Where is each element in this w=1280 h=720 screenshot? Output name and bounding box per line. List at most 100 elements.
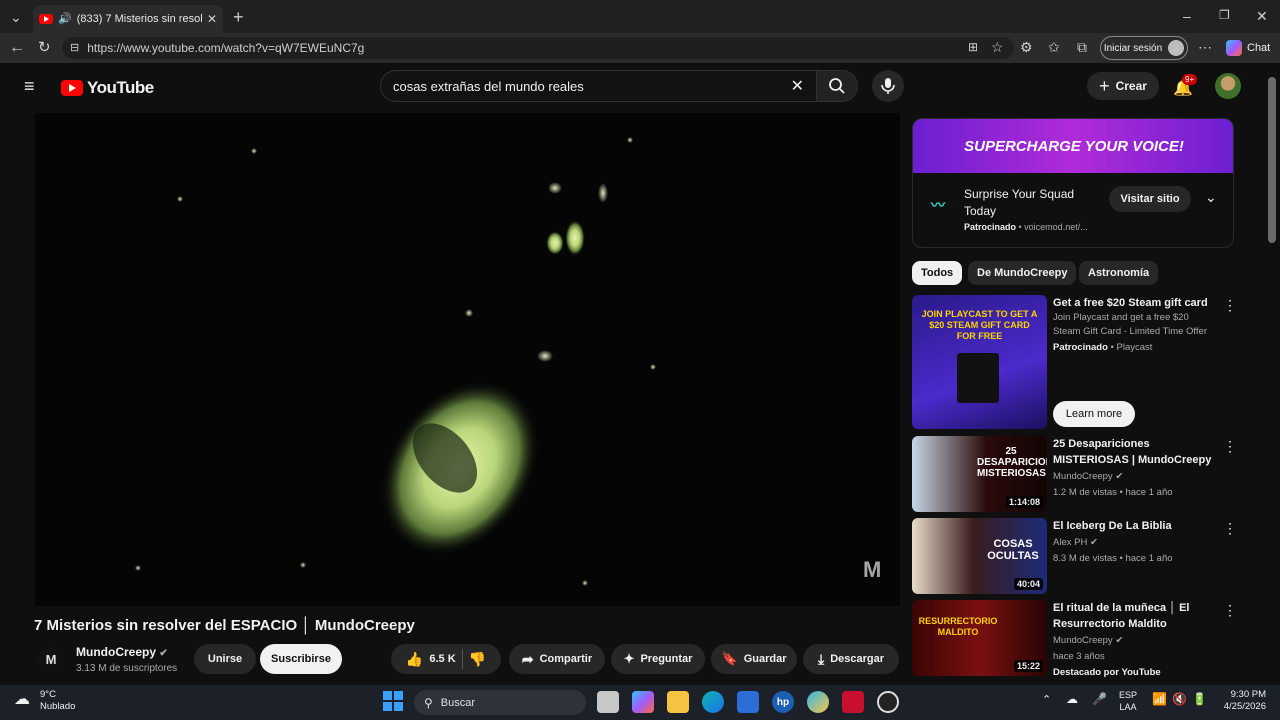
download-button[interactable]: ⤓ Descargar <box>803 644 899 674</box>
rec-title[interactable]: El ritual de la muñeca │ El Resurrectori… <box>1053 600 1213 632</box>
channel-name-text: MundoCreepy <box>76 645 157 659</box>
youtube-logo[interactable]: YouTube <box>61 78 154 98</box>
channel-avatar[interactable]: M <box>38 646 64 672</box>
thumbs-up-icon: 👍 <box>405 650 424 667</box>
video-duration: 1:14:08 <box>1005 496 1043 508</box>
video-thumbnail[interactable]: RESURRECTORIO MALDITO 15:22 <box>912 600 1047 676</box>
ad-title[interactable]: Surprise Your Squad Today <box>964 186 1099 220</box>
create-button[interactable]: + Crear <box>1087 72 1159 100</box>
maximize-icon[interactable]: ❐ <box>1219 9 1230 21</box>
like-button[interactable]: 👍 6.5 K <box>406 651 456 668</box>
task-view-icon[interactable] <box>597 691 619 713</box>
windows-start-icon[interactable] <box>383 691 403 711</box>
minimize-icon[interactable]: – <box>1183 9 1191 23</box>
user-avatar[interactable] <box>1215 73 1241 99</box>
tray-chevron-icon[interactable]: ⌃ <box>1042 693 1051 706</box>
channel-name[interactable]: MundoCreepy ✔ <box>76 645 168 659</box>
hp-app-icon[interactable]: hp <box>772 691 794 713</box>
chip-de-mundocreepy[interactable]: De MundoCreepy <box>968 261 1077 285</box>
sparkle-icon: ✦ <box>623 651 635 666</box>
more-actions-icon[interactable]: ⋮ <box>1223 520 1237 537</box>
scrollbar-thumb[interactable] <box>1268 77 1276 243</box>
browser-tab[interactable]: 🔊 (833) 7 Misterios sin resolver del ESP… <box>33 5 223 33</box>
file-explorer-icon[interactable] <box>667 691 689 713</box>
new-tab-icon[interactable]: + <box>233 8 244 26</box>
voice-search-button[interactable] <box>872 70 904 102</box>
chat-label: Chat <box>1247 42 1271 54</box>
onedrive-icon[interactable]: ☁ <box>1066 692 1078 706</box>
ask-button[interactable]: ✦ Preguntar <box>611 644 705 674</box>
thumbs-down-icon[interactable]: 👎 <box>469 651 486 668</box>
more-actions-icon[interactable]: ⋮ <box>1223 297 1237 314</box>
chip-todos[interactable]: Todos <box>912 261 963 285</box>
featured-label: Destacado por YouTube <box>1053 667 1161 678</box>
plus-icon: + <box>1099 75 1110 96</box>
wifi-icon[interactable]: 📶 <box>1152 692 1167 706</box>
subscribe-button[interactable]: Suscribirse <box>260 644 342 674</box>
rec-title[interactable]: Get a free $20 Steam gift card <box>1053 295 1213 311</box>
copilot-chat-button[interactable]: Chat <box>1226 40 1270 56</box>
rec-channel: Alex PH ✔ <box>1053 535 1098 551</box>
hamburger-menu-icon[interactable]: ≡ <box>24 77 35 95</box>
ad-banner[interactable]: SUPERCHARGE YOUR VOICE! <box>913 119 1233 173</box>
close-tab-icon[interactable]: ✕ <box>207 13 217 25</box>
clock-date: 4/25/2026 <box>1223 701 1266 712</box>
video-player[interactable]: M <box>35 113 900 606</box>
language-indicator[interactable]: ESP LAA <box>1119 689 1137 713</box>
rec-channel: MundoCreepy ✔ <box>1053 633 1123 649</box>
site-info-icon[interactable]: ⊟ <box>70 42 79 54</box>
signin-button[interactable]: Iniciar sesión <box>1100 36 1188 60</box>
ad-sponsor-line: Patrocinado • voicemod.net/... <box>964 222 1088 232</box>
back-icon[interactable]: ← <box>9 40 25 56</box>
rec-title[interactable]: 25 Desapariciones MISTERIOSAS | MundoCre… <box>1053 436 1213 468</box>
video-frame <box>35 113 900 606</box>
collections-icon[interactable]: ⧉ <box>1077 40 1087 54</box>
verified-icon: ✔ <box>159 648 168 659</box>
more-actions-icon[interactable]: ⋮ <box>1223 602 1237 619</box>
chrome-icon[interactable] <box>877 691 899 713</box>
visit-site-button[interactable]: Visitar sitio <box>1109 186 1191 212</box>
sponsored-thumbnail[interactable]: JOIN PLAYCAST TO GET A $20 STEAM GIFT CA… <box>912 295 1047 429</box>
battery-icon[interactable]: 🔋 <box>1192 692 1207 706</box>
copilot-taskbar-icon[interactable] <box>632 691 654 713</box>
app-available-icon[interactable]: ⊞ <box>968 41 978 53</box>
rec-title[interactable]: El Iceberg De La Biblia <box>1053 518 1213 534</box>
clear-search-icon[interactable]: ✕ <box>791 76 804 96</box>
norton-app-icon[interactable] <box>807 691 829 713</box>
taskbar-search[interactable]: ⚲ Buscar <box>414 690 586 715</box>
share-button[interactable]: ➦ Compartir <box>509 644 605 674</box>
edge-browser-icon[interactable] <box>702 691 724 713</box>
thumbnail-text: COSAS OCULTAS <box>987 538 1039 562</box>
video-thumbnail[interactable]: 25 DESAPARICIONES MISTERIOSAS 1:14:08 <box>912 436 1047 512</box>
youtube-logo-text: YouTube <box>87 78 154 97</box>
thumbnail-text: JOIN PLAYCAST TO GET A $20 STEAM GIFT CA… <box>921 309 1038 341</box>
microsoft-store-icon[interactable] <box>737 691 759 713</box>
favorite-star-icon[interactable]: ☆ <box>991 40 1004 54</box>
weather-widget[interactable]: 9°C Nublado <box>40 689 75 713</box>
clock-time: 9:30 PM <box>1230 689 1266 700</box>
favorites-icon[interactable]: ✩ <box>1048 40 1060 54</box>
expand-chevron-icon[interactable]: ⌄ <box>1205 189 1217 206</box>
mcafee-icon[interactable] <box>842 691 864 713</box>
speaker-icon[interactable]: 🔊 <box>58 13 72 25</box>
save-button[interactable]: 🔖 Guardar <box>711 644 797 674</box>
tray-app-icon[interactable]: 🎤 <box>1092 692 1107 706</box>
volume-icon[interactable]: 🔇 <box>1172 692 1187 706</box>
chip-astronomia[interactable]: Astronomía <box>1079 261 1159 285</box>
address-bar[interactable]: ⊟ https://www.youtube.com/watch?v=qW7EWE… <box>62 37 1014 59</box>
more-actions-icon[interactable]: ⋮ <box>1223 438 1237 455</box>
tab-list-icon[interactable]: ⌄ <box>10 10 22 24</box>
clock[interactable]: 9:30 PM 4/25/2026 <box>1218 689 1266 713</box>
refresh-icon[interactable]: ↻ <box>38 40 51 55</box>
window-close-icon[interactable]: ✕ <box>1256 9 1268 23</box>
channel-name-text: Alex PH <box>1053 537 1088 548</box>
extensions-icon[interactable]: ⚙ <box>1020 40 1033 54</box>
search-button[interactable] <box>816 70 858 102</box>
signin-label: Iniciar sesión <box>1103 42 1163 54</box>
more-menu-icon[interactable]: ⋯ <box>1198 40 1212 54</box>
learn-more-button[interactable]: Learn more <box>1053 401 1135 427</box>
join-button[interactable]: Unirse <box>194 644 256 674</box>
search-input[interactable]: cosas extrañas del mundo reales ✕ <box>380 70 817 102</box>
video-thumbnail[interactable]: COSAS OCULTAS 40:04 <box>912 518 1047 594</box>
sponsored-ad-card[interactable]: SUPERCHARGE YOUR VOICE! 〰 Surprise Your … <box>912 118 1234 248</box>
